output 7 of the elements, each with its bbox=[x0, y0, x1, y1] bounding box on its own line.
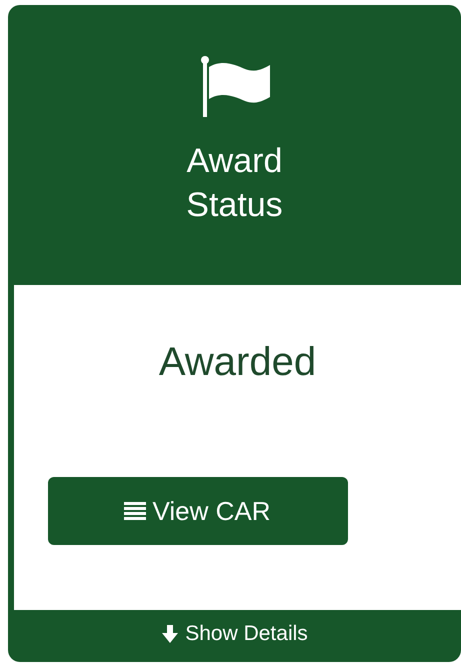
view-car-button[interactable]: View CAR bbox=[48, 477, 348, 545]
card-title: Award Status bbox=[185, 141, 284, 226]
show-details-link[interactable]: Show Details bbox=[8, 610, 461, 662]
list-icon bbox=[124, 502, 146, 520]
flag-icon bbox=[198, 55, 270, 117]
award-status: Awarded bbox=[158, 340, 316, 385]
arrow-down-icon bbox=[161, 625, 180, 643]
